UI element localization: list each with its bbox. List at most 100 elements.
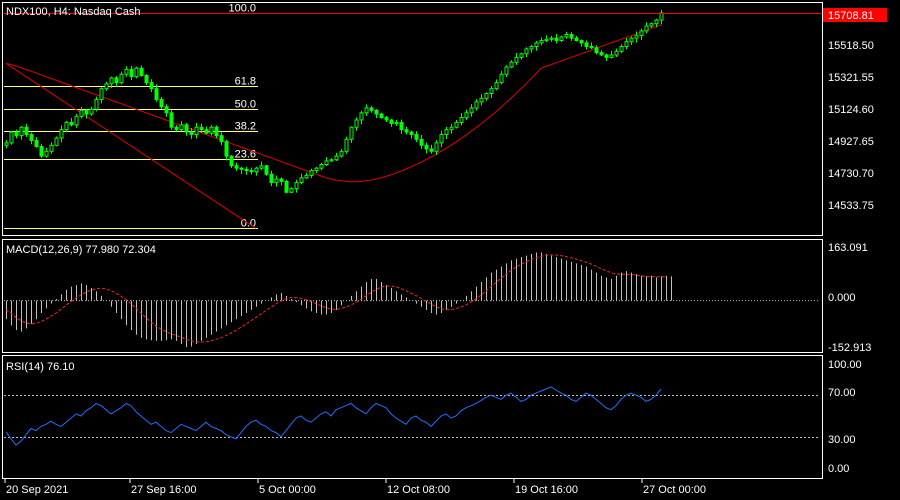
candle[interactable]	[409, 130, 414, 139]
candle[interactable]	[254, 166, 259, 176]
candle[interactable]	[519, 52, 524, 60]
candle[interactable]	[294, 179, 299, 193]
candle[interactable]	[234, 162, 239, 171]
candle[interactable]	[644, 22, 649, 34]
candle[interactable]	[449, 123, 454, 134]
candle[interactable]	[129, 65, 134, 80]
candle[interactable]	[364, 104, 369, 117]
candle[interactable]	[134, 66, 139, 79]
candle[interactable]	[389, 118, 394, 127]
candle[interactable]	[404, 126, 409, 135]
candle[interactable]	[339, 148, 344, 158]
candle[interactable]	[579, 39, 584, 47]
candle[interactable]	[224, 139, 229, 161]
candle[interactable]	[524, 47, 529, 58]
candle[interactable]	[184, 122, 189, 136]
macd-indicator[interactable]	[4, 252, 820, 348]
candle[interactable]	[94, 96, 99, 112]
candle[interactable]	[324, 157, 329, 167]
candle[interactable]	[179, 121, 184, 132]
candle[interactable]	[314, 166, 319, 173]
candle[interactable]	[144, 74, 149, 86]
candle[interactable]	[174, 125, 179, 132]
candle[interactable]	[69, 117, 74, 127]
candle[interactable]	[544, 35, 549, 43]
candle[interactable]	[439, 130, 444, 148]
candle[interactable]	[359, 110, 364, 125]
candle[interactable]	[369, 106, 374, 113]
candle[interactable]	[479, 94, 484, 106]
candle[interactable]	[354, 117, 359, 131]
candle[interactable]	[204, 126, 209, 135]
candle[interactable]	[309, 168, 314, 179]
candle[interactable]	[629, 36, 634, 45]
candle[interactable]	[659, 9, 664, 25]
candle[interactable]	[444, 126, 449, 139]
candle[interactable]	[559, 35, 564, 43]
candle[interactable]	[39, 143, 44, 158]
candle[interactable]	[9, 130, 14, 145]
candle[interactable]	[124, 66, 129, 77]
candle[interactable]	[429, 144, 434, 154]
candle[interactable]	[594, 45, 599, 55]
candle[interactable]	[499, 70, 504, 85]
candle[interactable]	[494, 79, 499, 91]
candle[interactable]	[164, 104, 169, 117]
candle[interactable]	[149, 79, 154, 92]
candle[interactable]	[229, 155, 234, 169]
candle[interactable]	[319, 162, 324, 171]
candle[interactable]	[259, 161, 264, 171]
candle[interactable]	[564, 31, 569, 39]
candle[interactable]	[424, 142, 429, 154]
candle[interactable]	[329, 158, 334, 162]
candle[interactable]	[469, 104, 474, 117]
candle[interactable]	[569, 32, 574, 41]
fibonacci-retracement[interactable]: 100.061.850.038.223.60.0	[4, 3, 820, 230]
candle[interactable]	[159, 96, 164, 110]
candle[interactable]	[284, 179, 289, 194]
candle[interactable]	[299, 173, 304, 185]
candle[interactable]	[474, 99, 479, 111]
candle[interactable]	[104, 81, 109, 91]
candle[interactable]	[419, 135, 424, 149]
candle[interactable]	[454, 119, 459, 129]
candle[interactable]	[194, 122, 199, 139]
candle[interactable]	[209, 125, 214, 136]
candle[interactable]	[99, 87, 104, 104]
candle[interactable]	[239, 166, 244, 174]
candle[interactable]	[484, 92, 489, 101]
candle[interactable]	[574, 35, 579, 42]
candle[interactable]	[274, 175, 279, 187]
candle[interactable]	[49, 142, 54, 155]
candle[interactable]	[119, 71, 124, 85]
candle[interactable]	[624, 38, 629, 50]
candle[interactable]	[29, 132, 34, 145]
candle[interactable]	[79, 106, 84, 119]
candle[interactable]	[619, 44, 624, 54]
candle[interactable]	[584, 40, 589, 50]
candle[interactable]	[349, 126, 354, 143]
candle[interactable]	[539, 37, 544, 46]
candle[interactable]	[529, 44, 534, 53]
rsi-indicator[interactable]	[4, 386, 820, 446]
candle[interactable]	[59, 125, 64, 143]
candle[interactable]	[384, 115, 389, 123]
candle[interactable]	[214, 125, 219, 139]
candle[interactable]	[639, 28, 644, 41]
candle[interactable]	[399, 119, 404, 134]
candle[interactable]	[289, 187, 294, 194]
candlesticks[interactable]	[4, 9, 664, 194]
candle[interactable]	[279, 177, 284, 186]
candle[interactable]	[459, 113, 464, 126]
candle[interactable]	[374, 109, 379, 119]
candle[interactable]	[589, 42, 594, 50]
candle[interactable]	[14, 129, 19, 139]
candle[interactable]	[534, 40, 539, 51]
candle[interactable]	[4, 140, 9, 149]
candle[interactable]	[264, 164, 269, 176]
candle[interactable]	[614, 48, 619, 57]
candle[interactable]	[169, 110, 174, 130]
candle[interactable]	[549, 35, 554, 42]
candle[interactable]	[114, 76, 119, 87]
candle[interactable]	[649, 22, 654, 28]
